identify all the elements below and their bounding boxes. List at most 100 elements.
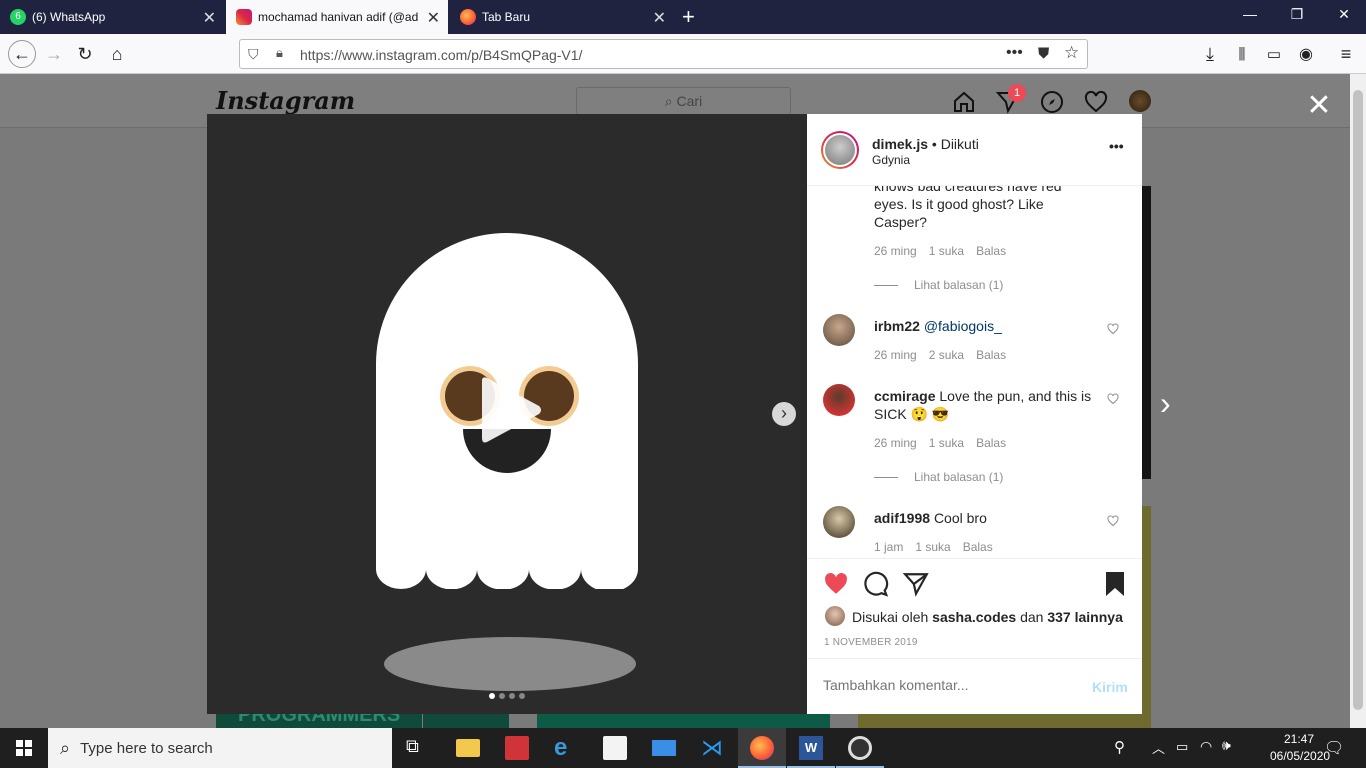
sidebar-icon[interactable]: ▭ xyxy=(1262,42,1286,66)
windows-start-icon[interactable] xyxy=(16,740,32,756)
follow-status[interactable]: • Diikuti xyxy=(932,136,979,152)
tab-instagram[interactable]: mochamad hanivan adif (@adi ✕ xyxy=(226,0,448,34)
view-replies[interactable]: Lihat balasan (1) xyxy=(874,470,1003,484)
close-tab-icon[interactable]: ✕ xyxy=(203,8,216,28)
shield-icon[interactable]: ⛉ xyxy=(248,46,259,63)
close-icon[interactable]: ✕ xyxy=(1304,91,1334,122)
people-icon[interactable]: ⚲ xyxy=(1114,738,1125,756)
battery-icon[interactable]: ▭ xyxy=(1176,739,1188,755)
add-comment-bar: Kirim xyxy=(807,658,1142,714)
comment-likes[interactable]: 1 suka xyxy=(915,540,950,554)
url-bar[interactable]: ⛉ 🔒︎ https://www.instagram.com/p/B4SmQPa… xyxy=(239,39,1088,69)
word-taskbar-button[interactable]: W xyxy=(787,728,835,768)
instagram-logo[interactable]: Instagram xyxy=(216,86,355,115)
media-taskbar-button[interactable] xyxy=(836,728,884,768)
post-side-panel: dimek.js • Diikuti Gdynia ••• knows bad … xyxy=(807,114,1142,714)
more-options-icon[interactable]: ••• xyxy=(1109,138,1124,154)
url-text[interactable]: https://www.instagram.com/p/B4SmQPag-V1/ xyxy=(300,47,582,63)
post-video[interactable]: › xyxy=(207,114,807,714)
minimize-button[interactable]: — xyxy=(1235,6,1265,22)
instagram-icon xyxy=(236,9,252,25)
pocket-icon[interactable]: ⛊ xyxy=(1038,45,1049,62)
comment-body[interactable]: @fabiogois_ xyxy=(924,318,1002,334)
download-icon[interactable]: ⤓ xyxy=(1198,42,1222,66)
author-username[interactable]: dimek.js xyxy=(872,136,928,152)
commenter-username[interactable]: ccmirage xyxy=(874,388,935,404)
close-tab-icon[interactable]: ✕ xyxy=(427,8,440,28)
comment-input[interactable] xyxy=(823,677,1073,693)
home-icon[interactable]: ⌂ xyxy=(105,42,129,66)
like-heart-icon[interactable] xyxy=(823,571,849,597)
commenter-avatar[interactable] xyxy=(823,314,855,346)
profile-avatar[interactable] xyxy=(1129,90,1151,112)
store-icon[interactable] xyxy=(603,736,627,760)
mail-icon[interactable] xyxy=(652,740,676,756)
wifi-icon[interactable]: ◠ xyxy=(1200,738,1212,755)
commenter-avatar[interactable] xyxy=(823,384,855,416)
send-comment-button[interactable]: Kirim xyxy=(1092,679,1128,695)
share-icon[interactable] xyxy=(903,571,929,597)
comment-likes[interactable]: 1 suka xyxy=(929,244,964,258)
commenter-username[interactable]: irbm22 xyxy=(874,318,920,334)
new-tab-button[interactable]: + xyxy=(682,4,702,30)
tab-whatsapp[interactable]: 6 (6) WhatsApp ✕ xyxy=(0,0,224,34)
reload-button[interactable]: ↻ xyxy=(73,42,97,66)
comment-like-icon[interactable] xyxy=(1107,393,1119,405)
saved-bookmark-icon[interactable] xyxy=(1103,571,1127,597)
home-icon[interactable] xyxy=(952,90,976,114)
reply-button[interactable]: Balas xyxy=(963,540,993,554)
post-date[interactable]: 1 NOVEMBER 2019 xyxy=(824,637,918,648)
reply-button[interactable]: Balas xyxy=(976,244,1006,258)
notification-center-icon[interactable]: 🗨︎ xyxy=(1324,738,1344,758)
vscode-icon[interactable]: ⋊ xyxy=(701,736,725,760)
next-post-chevron-icon[interactable]: › xyxy=(1160,385,1171,422)
comment-icon[interactable] xyxy=(863,571,889,597)
liker-avatar[interactable] xyxy=(825,606,845,626)
show-hidden-icons-chevron-icon[interactable]: ︿ xyxy=(1152,738,1165,757)
comments-list[interactable]: knows bad creatures have red eyes. Is it… xyxy=(807,186,1142,558)
restore-button[interactable]: ❐ xyxy=(1282,6,1312,23)
system-clock[interactable]: 21:47 06/05/2020 xyxy=(1270,731,1330,765)
search-icon: ⌕ xyxy=(60,737,71,758)
author-avatar[interactable] xyxy=(821,131,859,169)
library-icon[interactable]: ⫼ xyxy=(1230,42,1254,66)
likes-count[interactable]: 337 lainnya xyxy=(1047,609,1123,625)
edge-browser-icon[interactable]: e xyxy=(554,736,578,760)
comment-like-icon[interactable] xyxy=(1107,515,1119,527)
comment-likes[interactable]: 1 suka xyxy=(929,436,964,450)
carousel-dot xyxy=(489,693,495,699)
reply-button[interactable]: Balas xyxy=(976,348,1006,362)
view-replies[interactable]: Lihat balasan (1) xyxy=(874,278,1003,292)
file-explorer-icon[interactable] xyxy=(456,739,480,757)
gift-app-icon[interactable] xyxy=(505,736,529,760)
search-input[interactable]: ⌕ Cari xyxy=(576,87,791,115)
commenter-avatar[interactable] xyxy=(823,506,855,538)
notification-badge: 1 xyxy=(1008,84,1026,102)
scrollbar-thumb[interactable] xyxy=(1353,90,1363,710)
tab-new[interactable]: Tab Baru ✕ xyxy=(450,0,674,34)
more-actions-icon[interactable]: ••• xyxy=(1006,44,1023,62)
post-location[interactable]: Gdynia xyxy=(872,153,910,167)
comment-text: knows bad creatures have red eyes. Is it… xyxy=(874,186,1062,230)
play-icon[interactable] xyxy=(477,376,547,446)
task-view-icon[interactable]: ⧉ xyxy=(406,736,430,760)
comment-like-icon[interactable] xyxy=(1107,323,1119,335)
explore-icon[interactable] xyxy=(1040,90,1064,114)
carousel-next-chevron-icon[interactable]: › xyxy=(772,402,796,426)
firefox-taskbar-button[interactable] xyxy=(738,728,786,768)
volume-icon[interactable]: 🕪︎ xyxy=(1222,737,1231,754)
activity-heart-icon[interactable] xyxy=(1084,90,1108,114)
account-icon[interactable]: ◉ xyxy=(1294,42,1318,66)
reply-button[interactable]: Balas xyxy=(976,436,1006,450)
lock-icon[interactable]: 🔒︎ xyxy=(276,45,283,61)
back-button[interactable]: ← xyxy=(8,40,36,68)
close-window-button[interactable]: ✕ xyxy=(1329,6,1359,23)
bookmark-star-icon[interactable]: ☆ xyxy=(1064,43,1079,63)
taskbar-search-input[interactable]: ⌕ Type here to search xyxy=(48,728,392,768)
menu-icon[interactable]: ≡ xyxy=(1334,42,1358,66)
close-tab-icon[interactable]: ✕ xyxy=(653,8,666,28)
comment-likes[interactable]: 2 suka xyxy=(929,348,964,362)
commenter-username[interactable]: adif1998 xyxy=(874,510,930,526)
liked-by-user[interactable]: sasha.codes xyxy=(932,609,1016,625)
forward-button[interactable]: → xyxy=(42,42,66,66)
